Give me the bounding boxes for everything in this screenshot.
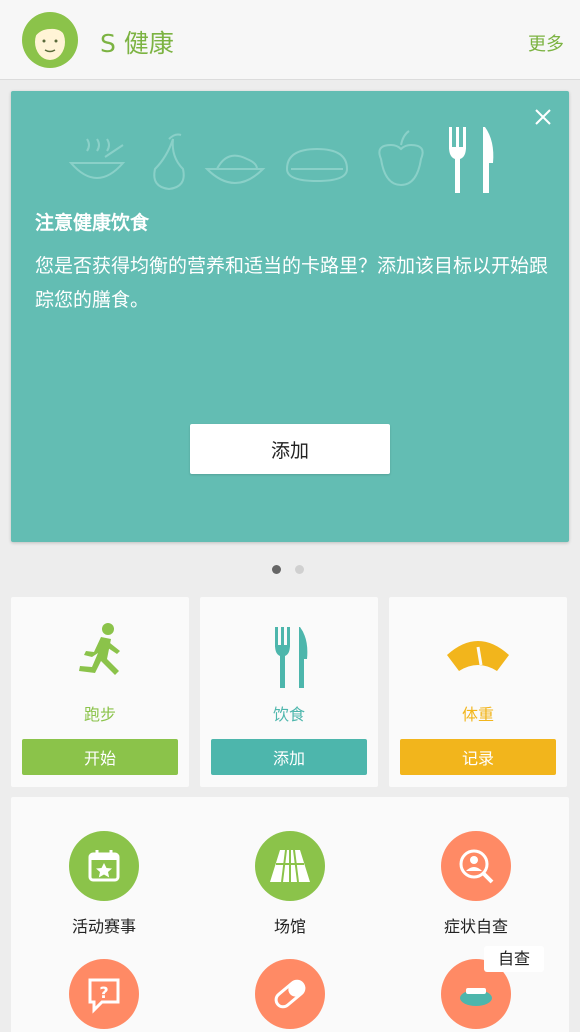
person-search-icon [441, 831, 511, 901]
page-dot-active[interactable] [272, 565, 281, 574]
service-ask-expert[interactable]: ? [24, 959, 184, 1029]
svg-text:?: ? [99, 983, 108, 1002]
running-start-button[interactable]: 开始 [22, 739, 178, 775]
calendar-star-icon [69, 831, 139, 901]
promo-card: 注意健康饮食 您是否获得均衡的营养和适当的卡路里？添加该目标以开始跟踪您的膳食。… [11, 91, 569, 542]
avatar[interactable] [22, 12, 78, 68]
food-add-button[interactable]: 添加 [211, 739, 367, 775]
services-grid: 活动赛事 场馆 症状自查 ? [11, 797, 569, 1032]
scale-icon [389, 619, 567, 689]
question-bubble-icon: ? [69, 959, 139, 1029]
bowl-icon [68, 162, 126, 179]
service-medication[interactable] [210, 959, 370, 1029]
promo-title: 注意健康饮食 [35, 212, 150, 234]
tile-running-label: 跑步 [83, 705, 116, 724]
service-symptom-check[interactable]: 症状自查 [396, 831, 556, 937]
page-dot[interactable] [295, 565, 304, 574]
close-icon[interactable] [533, 107, 553, 127]
service-venues-label: 场馆 [273, 917, 306, 936]
running-icon [11, 619, 189, 689]
tile-running[interactable]: 跑步 开始 [11, 597, 189, 787]
pill-icon [255, 959, 325, 1029]
apple-icon [378, 143, 424, 187]
fork-knife-icon [200, 619, 378, 689]
service-events-label: 活动赛事 [71, 917, 136, 936]
sandwich-icon [285, 147, 349, 183]
app-title: S 健康 [100, 29, 174, 58]
tile-weight-label: 体重 [461, 705, 494, 724]
food-icons-strip [68, 127, 494, 193]
service-venues[interactable]: 场馆 [210, 831, 370, 937]
weight-record-button[interactable]: 记录 [400, 739, 556, 775]
promo-add-button[interactable]: 添加 [190, 424, 390, 474]
pear-icon [153, 138, 185, 191]
more-button[interactable]: 更多 [528, 30, 564, 56]
service-symptom-check-label: 症状自查 [443, 917, 508, 936]
fork-knife-icon [449, 127, 494, 193]
app-bar: S 健康 更多 [0, 0, 580, 80]
service-events[interactable]: 活动赛事 [24, 831, 184, 937]
page-indicator [272, 565, 304, 574]
floating-tooltip: 自查 [484, 946, 544, 972]
stadium-track-icon [255, 831, 325, 901]
tile-food[interactable]: 饮食 添加 [200, 597, 378, 787]
tile-food-label: 饮食 [272, 705, 305, 724]
promo-body: 您是否获得均衡的营养和适当的卡路里？添加该目标以开始跟踪您的膳食。 [35, 255, 549, 311]
salad-icon [204, 168, 266, 184]
tile-weight[interactable]: 体重 记录 [389, 597, 567, 787]
